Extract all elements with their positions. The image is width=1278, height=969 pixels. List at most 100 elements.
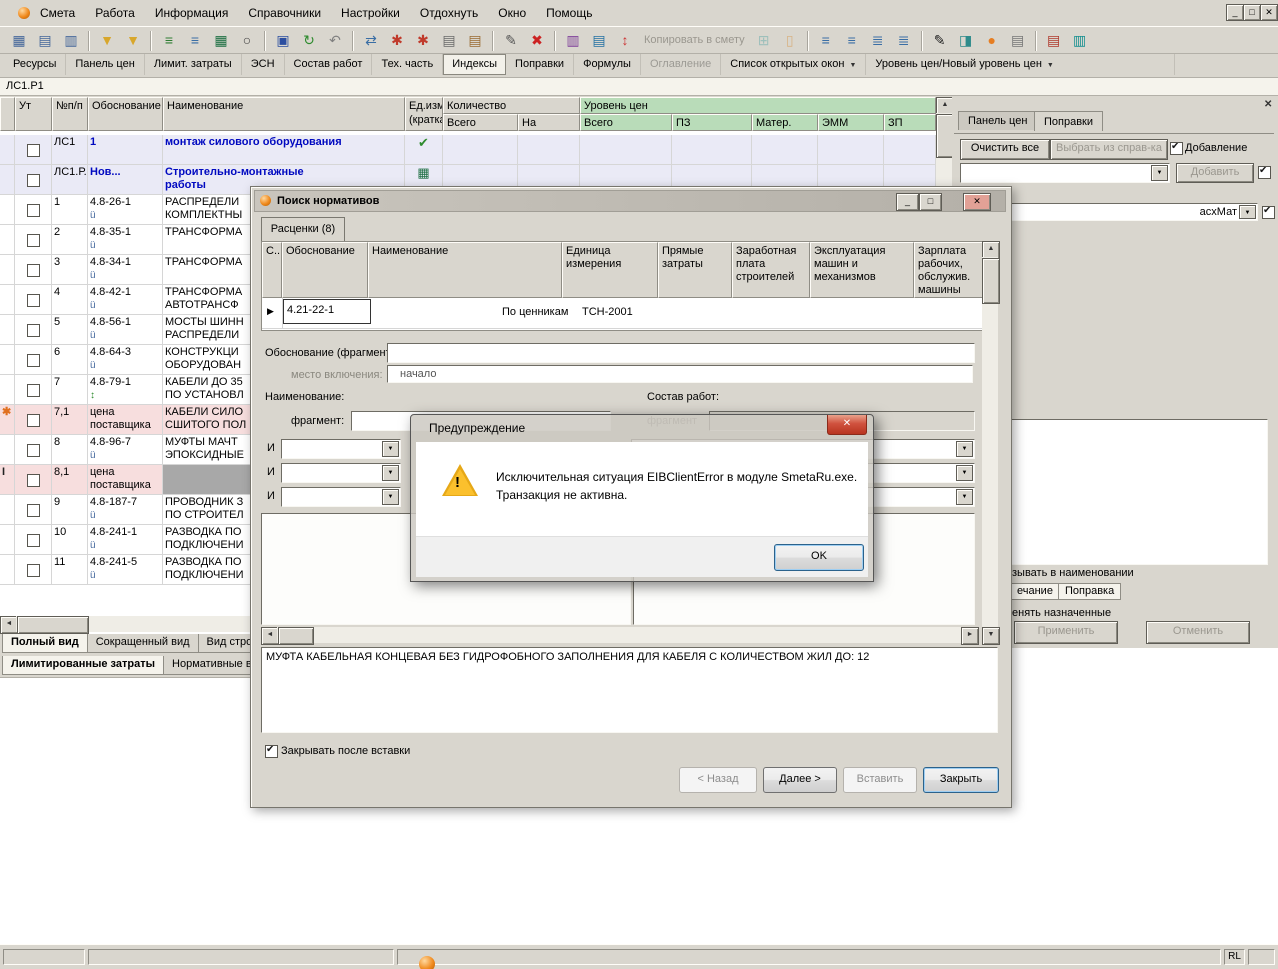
obosn-fragment-input[interactable]: [387, 343, 975, 363]
add-checkbox[interactable]: ✔: [1258, 166, 1271, 179]
tab-corrections[interactable]: Поправки: [1034, 111, 1103, 131]
row-checkbox[interactable]: [27, 384, 40, 397]
column-header-qty-total[interactable]: Всего: [443, 114, 518, 131]
panel-tab-1[interactable]: Панель цен: [66, 54, 144, 75]
panel-tab-2[interactable]: Лимит. затраты: [145, 54, 242, 75]
and-combo-left-3[interactable]: ▼: [281, 487, 401, 507]
back-button[interactable]: < Назад: [679, 767, 757, 793]
dialog-column-header[interactable]: Заработная плата строителей: [732, 242, 810, 298]
book-icon[interactable]: ▥: [1068, 29, 1092, 53]
dialog-column-header[interactable]: Прямые затраты: [658, 242, 732, 298]
scroll-right-icon[interactable]: ►: [961, 627, 979, 645]
row-checkbox[interactable]: [27, 444, 40, 457]
dropdown-arrow-icon[interactable]: ▼: [956, 465, 973, 481]
panel-tab-3[interactable]: ЭСН: [242, 54, 285, 75]
dialog-column-header[interactable]: Обоснование: [282, 242, 368, 298]
scroll-down-icon[interactable]: ▼: [982, 627, 1000, 645]
clipboard-icon[interactable]: ▯: [778, 29, 802, 53]
document-stamp-icon[interactable]: ▤: [463, 29, 487, 53]
panel-tab-10[interactable]: Список открытых окон▼: [721, 54, 866, 75]
scrollbar-thumb[interactable]: [278, 627, 314, 645]
row-checkbox[interactable]: [27, 174, 40, 187]
row-checkbox[interactable]: [27, 354, 40, 367]
refresh-icon[interactable]: ↻: [297, 29, 321, 53]
column-header-mater[interactable]: Матер.: [752, 114, 818, 131]
panel-tab-0[interactable]: Ресурсы: [4, 54, 66, 75]
panel-tab-4[interactable]: Состав работ: [285, 54, 373, 75]
document-exchange-icon[interactable]: ⇄: [359, 29, 383, 53]
tab-popravka[interactable]: Поправка: [1058, 583, 1121, 600]
undo-icon[interactable]: ↶: [323, 29, 347, 53]
panel-tab-11[interactable]: Уровень цен/Новый уровень цен▼: [866, 54, 1175, 75]
panel-tab-9[interactable]: Оглавление: [641, 54, 721, 75]
dialog-vertical-scrollbar[interactable]: ▲ ▼: [982, 241, 998, 643]
column-header-num[interactable]: №п/п: [52, 97, 88, 131]
column-header-pz[interactable]: ПЗ: [672, 114, 752, 131]
report-icon[interactable]: ▤: [587, 29, 611, 53]
menu-item[interactable]: Настройки: [331, 0, 410, 25]
dropdown-arrow-icon[interactable]: ▼: [1239, 205, 1256, 219]
column-header-unit[interactable]: Ед.изм. (краткая: [405, 97, 443, 131]
menu-item[interactable]: Смета: [30, 0, 85, 25]
dropdown-arrow-icon[interactable]: ▼: [956, 441, 973, 457]
place-combo[interactable]: начало: [387, 365, 973, 383]
column-header-price-total[interactable]: Всего: [580, 114, 672, 131]
maximize-button[interactable]: □: [1243, 4, 1261, 21]
worker-icon[interactable]: ✱: [411, 29, 435, 53]
panel-tab-7[interactable]: Поправки: [506, 54, 574, 75]
dialog-horizontal-scrollbar[interactable]: ◄ ►: [261, 627, 977, 643]
apply-button[interactable]: Применить: [1014, 621, 1118, 644]
limit-tab[interactable]: Лимитированные затраты: [2, 656, 164, 675]
close-dialog-button[interactable]: Закрыть: [923, 767, 999, 793]
row-checkbox[interactable]: [27, 264, 40, 277]
indent-remove-icon[interactable]: ≡: [840, 29, 864, 53]
filter-setup-icon[interactable]: ▼: [121, 29, 145, 53]
menu-item[interactable]: Работа: [85, 0, 145, 25]
edit-row-icon[interactable]: ✎: [499, 29, 523, 53]
panel-tab-6[interactable]: Индексы: [443, 54, 506, 75]
menu-item[interactable]: Помощь: [536, 0, 602, 25]
dialog-column-header[interactable]: Эксплуатация машин и механизмов: [810, 242, 914, 298]
and-combo-left-1[interactable]: ▼: [281, 439, 401, 459]
tab-price-panel[interactable]: Панель цен: [958, 111, 1037, 130]
insert-button[interactable]: Вставить: [843, 767, 917, 793]
column-header-qty-per-unit[interactable]: На единицу: [518, 114, 580, 131]
menu-item[interactable]: Окно: [488, 0, 536, 25]
search-dialog-titlebar[interactable]: Поиск нормативов _ □ ✕: [254, 190, 1006, 212]
tab-note[interactable]: ечание: [1010, 583, 1060, 600]
dropdown-arrow-icon[interactable]: ▼: [382, 441, 399, 457]
estimate-table-icon[interactable]: ▦: [7, 29, 31, 53]
menu-item[interactable]: Информация: [145, 0, 238, 25]
tree-expand-icon[interactable]: ≡: [157, 29, 181, 53]
corrections-list[interactable]: [1008, 419, 1268, 565]
row-checkbox[interactable]: [27, 474, 40, 487]
row-checkbox[interactable]: [27, 414, 40, 427]
estimate-open-icon[interactable]: ▤: [33, 29, 57, 53]
dialog-column-header[interactable]: Зарплата рабочих, обслужив. машины: [914, 242, 983, 298]
minimize-button[interactable]: _: [1226, 4, 1244, 21]
dropdown-arrow-icon[interactable]: ▼: [382, 489, 399, 505]
add-button[interactable]: Добавить: [1176, 163, 1254, 183]
maximize-button[interactable]: □: [919, 193, 942, 211]
menu-item[interactable]: Справочники: [238, 0, 331, 25]
row-checkbox[interactable]: [27, 234, 40, 247]
dropdown-arrow-icon[interactable]: ▼: [1151, 165, 1168, 181]
close-button[interactable]: ✕: [827, 415, 867, 435]
copy-estimate-icon[interactable]: ⊞: [752, 29, 776, 53]
panel-close-icon[interactable]: ✕: [1264, 99, 1272, 110]
obosn-editor[interactable]: 4.21-22-1: [283, 299, 371, 324]
row-checkbox[interactable]: [27, 534, 40, 547]
shapes-icon[interactable]: ◨: [954, 29, 978, 53]
pick-from-reference-button[interactable]: Выбрать из справ-ка: [1050, 139, 1168, 160]
save-icon[interactable]: ▣: [271, 29, 295, 53]
column-header-qty-group[interactable]: Количество: [443, 97, 580, 114]
dialog-column-header[interactable]: Единица измерения: [562, 242, 658, 298]
estimate-new-icon[interactable]: ▥: [59, 29, 83, 53]
filter-icon[interactable]: ▼: [95, 29, 119, 53]
indent-add-icon[interactable]: ≡: [814, 29, 838, 53]
dropdown-arrow-icon[interactable]: ▼: [382, 465, 399, 481]
view-tab[interactable]: Полный вид: [2, 634, 88, 653]
align-left-icon[interactable]: ≣: [866, 29, 890, 53]
scrollbar-thumb[interactable]: [17, 616, 89, 634]
sort-icon[interactable]: ↕: [613, 29, 637, 53]
